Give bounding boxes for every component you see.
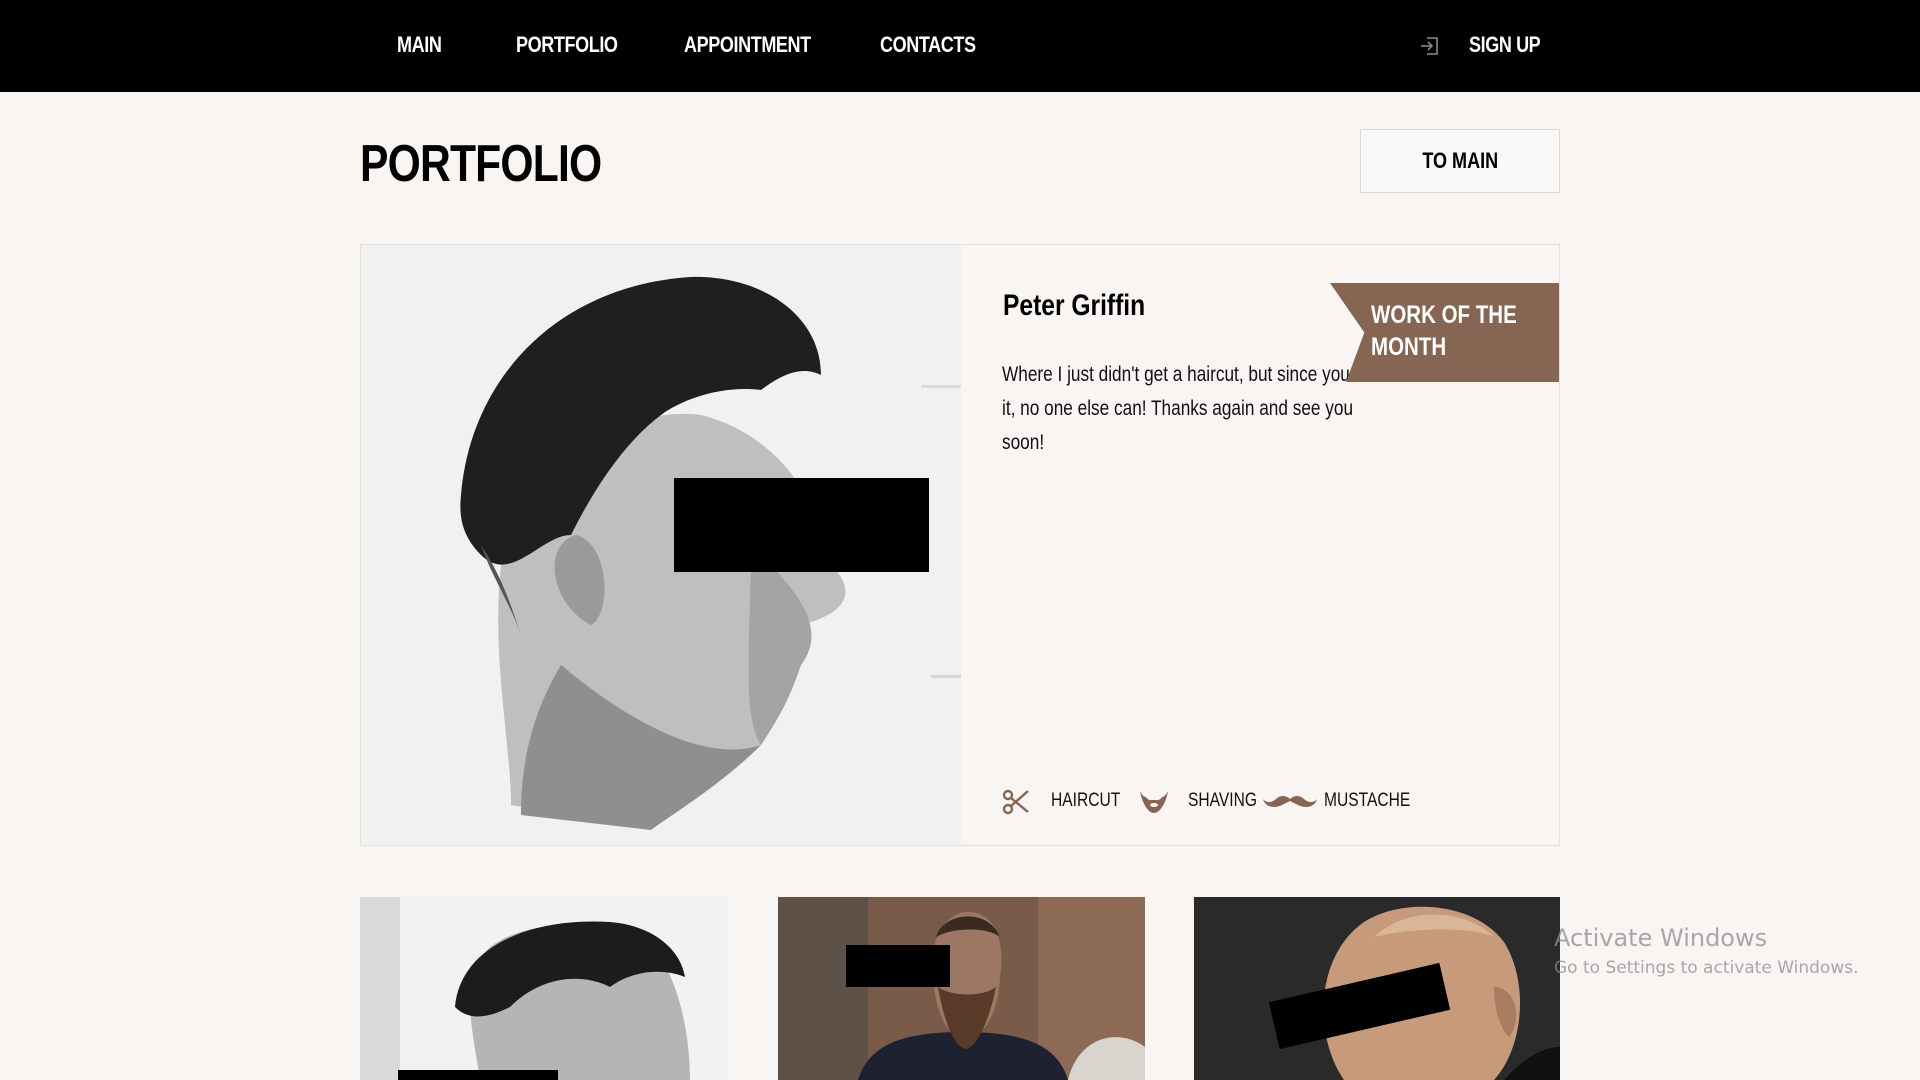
censor-bar — [674, 478, 929, 572]
testimonial-text: Where I just didn't get a haircut, but s… — [1002, 363, 1374, 454]
nav-item-main[interactable]: MAIN — [397, 32, 442, 60]
gallery-item[interactable] — [360, 897, 728, 1080]
client-testimonial: Where I just didn't get a haircut, but s… — [1002, 358, 1382, 460]
sign-in-icon[interactable] — [1418, 34, 1442, 58]
service-mustache: MUSTACHE — [1262, 784, 1429, 818]
mustache-icon — [1262, 785, 1318, 817]
gallery-item[interactable] — [1194, 897, 1560, 1080]
scissors-icon — [1000, 785, 1032, 817]
windows-activation-watermark: Activate Windows Go to Settings to activ… — [1554, 924, 1859, 978]
service-label: SHAVING — [1188, 790, 1257, 811]
service-haircut: HAIRCUT — [1000, 784, 1135, 818]
watermark-subtitle: Go to Settings to activate Windows. — [1554, 958, 1859, 978]
nav-item-portfolio[interactable]: PORTFOLIO — [516, 32, 618, 60]
badge-label: WORK OF THE MONTH — [1371, 301, 1517, 361]
gallery-item[interactable] — [778, 897, 1145, 1080]
top-navbar: MAIN PORTFOLIO APPOINTMENT CONTACTS SIGN… — [0, 0, 1920, 92]
nav-item-contacts[interactable]: CONTACTS — [880, 32, 976, 60]
beard-icon — [1138, 785, 1170, 817]
service-label: MUSTACHE — [1324, 790, 1411, 811]
to-main-button[interactable]: TO MAIN — [1360, 129, 1560, 193]
service-shaving: SHAVING — [1138, 784, 1272, 818]
page-title: PORTFOLIO — [360, 135, 602, 193]
watermark-title: Activate Windows — [1554, 924, 1768, 952]
signup-link[interactable]: SIGN UP — [1469, 32, 1541, 60]
client-name: Peter Griffin — [1003, 289, 1146, 322]
to-main-label: TO MAIN — [1422, 148, 1498, 173]
service-label: HAIRCUT — [1051, 790, 1121, 811]
censor-bar — [398, 1070, 558, 1080]
featured-photo — [361, 245, 961, 845]
nav-item-appointment[interactable]: APPOINTMENT — [684, 32, 811, 60]
censor-bar — [846, 945, 950, 987]
